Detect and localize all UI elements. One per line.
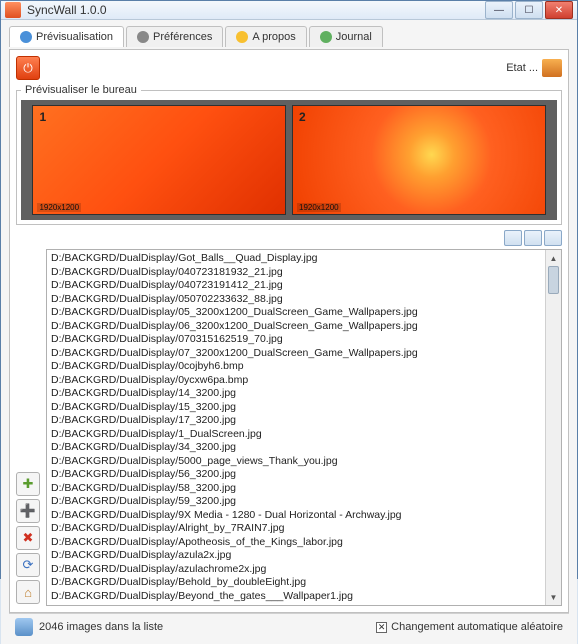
list-item[interactable]: D:/BACKGRD/DualDisplay/0ycxw6pa.bmp <box>51 374 541 388</box>
preview-group: Prévisualiser le bureau 1 1920x1200 2 19… <box>16 84 562 225</box>
state-label: Etat ... <box>506 62 538 74</box>
view-list-button[interactable] <box>504 230 522 246</box>
list-item[interactable]: D:/BACKGRD/DualDisplay/040723191412_21.j… <box>51 279 541 293</box>
content-area: Prévisualisation Préférences A propos Jo… <box>1 20 577 644</box>
view-detail-button[interactable] <box>524 230 542 246</box>
tab-preview[interactable]: Prévisualisation <box>9 26 124 47</box>
list-item[interactable]: D:/BACKGRD/DualDisplay/0cojbyh6.bmp <box>51 360 541 374</box>
list-item[interactable]: D:/BACKGRD/DualDisplay/040723181932_21.j… <box>51 266 541 280</box>
list-item[interactable]: D:/BACKGRD/DualDisplay/14_3200.jpg <box>51 387 541 401</box>
app-icon <box>5 2 21 18</box>
gear-icon <box>137 31 149 43</box>
add-file-button[interactable]: ➕ <box>16 499 40 523</box>
list-item[interactable]: D:/BACKGRD/DualDisplay/56_3200.jpg <box>51 468 541 482</box>
list-item[interactable]: D:/BACKGRD/DualDisplay/17_3200.jpg <box>51 414 541 428</box>
tab-label: A propos <box>252 31 295 43</box>
list-item[interactable]: D:/BACKGRD/DualDisplay/5000_page_views_T… <box>51 455 541 469</box>
list-item[interactable]: D:/BACKGRD/DualDisplay/05_3200x1200_Dual… <box>51 306 541 320</box>
maximize-button[interactable]: ☐ <box>515 1 543 19</box>
list-item[interactable]: D:/BACKGRD/DualDisplay/Behold_by_doubleE… <box>51 576 541 590</box>
preview-icon <box>20 31 32 43</box>
list-item[interactable]: D:/BACKGRD/DualDisplay/58_3200.jpg <box>51 482 541 496</box>
scroll-thumb[interactable] <box>548 266 559 294</box>
home-button[interactable]: ⌂ <box>16 580 40 604</box>
main-area: ✚ ➕ ✖ ⟳ ⌂ D:/BACKGRD/DualDisplay/Got_Bal… <box>16 249 562 606</box>
delete-button[interactable]: ✖ <box>16 526 40 550</box>
desktop-preview[interactable]: 1 1920x1200 2 1920x1200 <box>21 100 557 220</box>
tab-panel: ⏻ Etat ... Prévisualiser le bureau 1 192… <box>9 49 569 613</box>
window-buttons: — ☐ ✕ <box>485 1 573 19</box>
list-item[interactable]: D:/BACKGRD/DualDisplay/Alright_by_7RAIN7… <box>51 522 541 536</box>
tab-label: Prévisualisation <box>36 31 113 43</box>
tab-label: Préférences <box>153 31 212 43</box>
screen-2[interactable]: 2 1920x1200 <box>293 106 545 214</box>
tab-journal[interactable]: Journal <box>309 26 383 47</box>
power-button[interactable]: ⏻ <box>16 56 40 80</box>
tab-label: Journal <box>336 31 372 43</box>
status-right: ✕ Changement automatique aléatoire <box>376 621 563 633</box>
list-item[interactable]: D:/BACKGRD/DualDisplay/070315162519_70.j… <box>51 333 541 347</box>
app-window: SyncWall 1.0.0 — ☐ ✕ Prévisualisation Pr… <box>0 0 578 579</box>
list-item[interactable]: D:/BACKGRD/DualDisplay/Got_Balls__Quad_D… <box>51 252 541 266</box>
status-icon <box>15 618 33 636</box>
list-item[interactable]: D:/BACKGRD/DualDisplay/azula2x.jpg <box>51 549 541 563</box>
list-item[interactable]: D:/BACKGRD/DualDisplay/34_3200.jpg <box>51 441 541 455</box>
list-item[interactable]: D:/BACKGRD/DualDisplay/azulachrome2x.jpg <box>51 563 541 577</box>
list-item[interactable]: D:/BACKGRD/DualDisplay/Apotheosis_of_the… <box>51 536 541 550</box>
list-item[interactable]: D:/BACKGRD/DualDisplay/15_3200.jpg <box>51 401 541 415</box>
file-list-wrap: D:/BACKGRD/DualDisplay/Got_Balls__Quad_D… <box>46 249 562 606</box>
state-indicator[interactable]: Etat ... <box>506 59 562 77</box>
list-item[interactable]: D:/BACKGRD/DualDisplay/59_3200.jpg <box>51 495 541 509</box>
screen-number: 1 <box>39 110 46 124</box>
list-item[interactable]: D:/BACKGRD/DualDisplay/050702233632_88.j… <box>51 293 541 307</box>
scroll-up-icon[interactable]: ▲ <box>546 250 561 266</box>
list-item[interactable]: D:/BACKGRD/DualDisplay/1_DualScreen.jpg <box>51 428 541 442</box>
list-item[interactable]: D:/BACKGRD/DualDisplay/06_3200x1200_Dual… <box>51 320 541 334</box>
tab-preferences[interactable]: Préférences <box>126 26 223 47</box>
view-mode-buttons <box>16 230 562 246</box>
info-icon <box>236 31 248 43</box>
minimize-button[interactable]: — <box>485 1 513 19</box>
screen-number: 2 <box>299 110 306 124</box>
close-button[interactable]: ✕ <box>545 1 573 19</box>
list-item[interactable]: D:/BACKGRD/DualDisplay/07_3200x1200_Dual… <box>51 347 541 361</box>
titlebar[interactable]: SyncWall 1.0.0 — ☐ ✕ <box>1 1 577 20</box>
side-toolbar: ✚ ➕ ✖ ⟳ ⌂ <box>16 249 42 606</box>
toolbar: ⏻ Etat ... <box>16 56 562 80</box>
journal-icon <box>320 31 332 43</box>
screen-1[interactable]: 1 1920x1200 <box>33 106 285 214</box>
scrollbar[interactable]: ▲ ▼ <box>545 250 561 605</box>
refresh-button[interactable]: ⟳ <box>16 553 40 577</box>
tab-about[interactable]: A propos <box>225 26 306 47</box>
status-bar: 2046 images dans la liste ✕ Changement a… <box>9 613 569 640</box>
image-count: 2046 images dans la liste <box>39 621 163 633</box>
state-icon <box>542 59 562 77</box>
add-folder-button[interactable]: ✚ <box>16 472 40 496</box>
screen-resolution: 1920x1200 <box>297 203 341 212</box>
file-list[interactable]: D:/BACKGRD/DualDisplay/Got_Balls__Quad_D… <box>47 250 545 605</box>
list-item[interactable]: D:/BACKGRD/DualDisplay/9X Media - 1280 -… <box>51 509 541 523</box>
view-thumb-button[interactable] <box>544 230 562 246</box>
window-title: SyncWall 1.0.0 <box>27 3 485 17</box>
auto-change-checkbox[interactable]: ✕ <box>376 622 387 633</box>
screen-resolution: 1920x1200 <box>37 203 81 212</box>
auto-change-label: Changement automatique aléatoire <box>391 621 563 633</box>
scroll-down-icon[interactable]: ▼ <box>546 589 561 605</box>
tab-bar: Prévisualisation Préférences A propos Jo… <box>9 26 569 47</box>
preview-legend: Prévisualiser le bureau <box>21 84 141 96</box>
list-item[interactable]: D:/BACKGRD/DualDisplay/Beyond_the_gates_… <box>51 590 541 604</box>
